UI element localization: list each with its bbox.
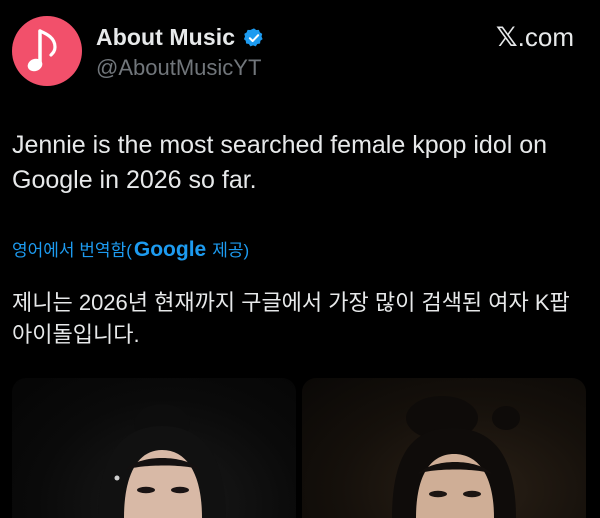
tweet-text: Jennie is the most searched female kpop … — [12, 131, 548, 194]
media-photo-2[interactable] — [302, 378, 586, 518]
author-handle[interactable]: @AboutMusicYT — [96, 55, 261, 81]
media-photo-1[interactable] — [12, 378, 296, 518]
translated-text: 제니는 2026년 현재까지 구글에서 가장 많이 검색된 여자 K팝 아이돌입… — [12, 290, 570, 347]
photo-content — [98, 404, 226, 518]
author-display-name[interactable]: About Music — [96, 24, 235, 51]
translation-attribution[interactable]: 영어에서 번역함(Google 제공) — [12, 236, 249, 262]
x-logo-icon: 𝕏 — [495, 22, 518, 53]
avatar[interactable] — [12, 16, 82, 86]
author-name-row[interactable]: About Music — [96, 24, 265, 51]
google-wordmark: Google — [133, 238, 207, 261]
music-note-icon — [27, 29, 57, 72]
media-grid — [12, 378, 586, 518]
verified-badge-icon — [244, 27, 263, 46]
photo-content — [392, 396, 520, 518]
translation-prefix: 영어에서 번역함( — [12, 241, 132, 260]
site-domain: .com — [517, 22, 574, 52]
site-logo: 𝕏 .com — [496, 22, 574, 53]
translation-suffix: 제공) — [212, 241, 250, 260]
